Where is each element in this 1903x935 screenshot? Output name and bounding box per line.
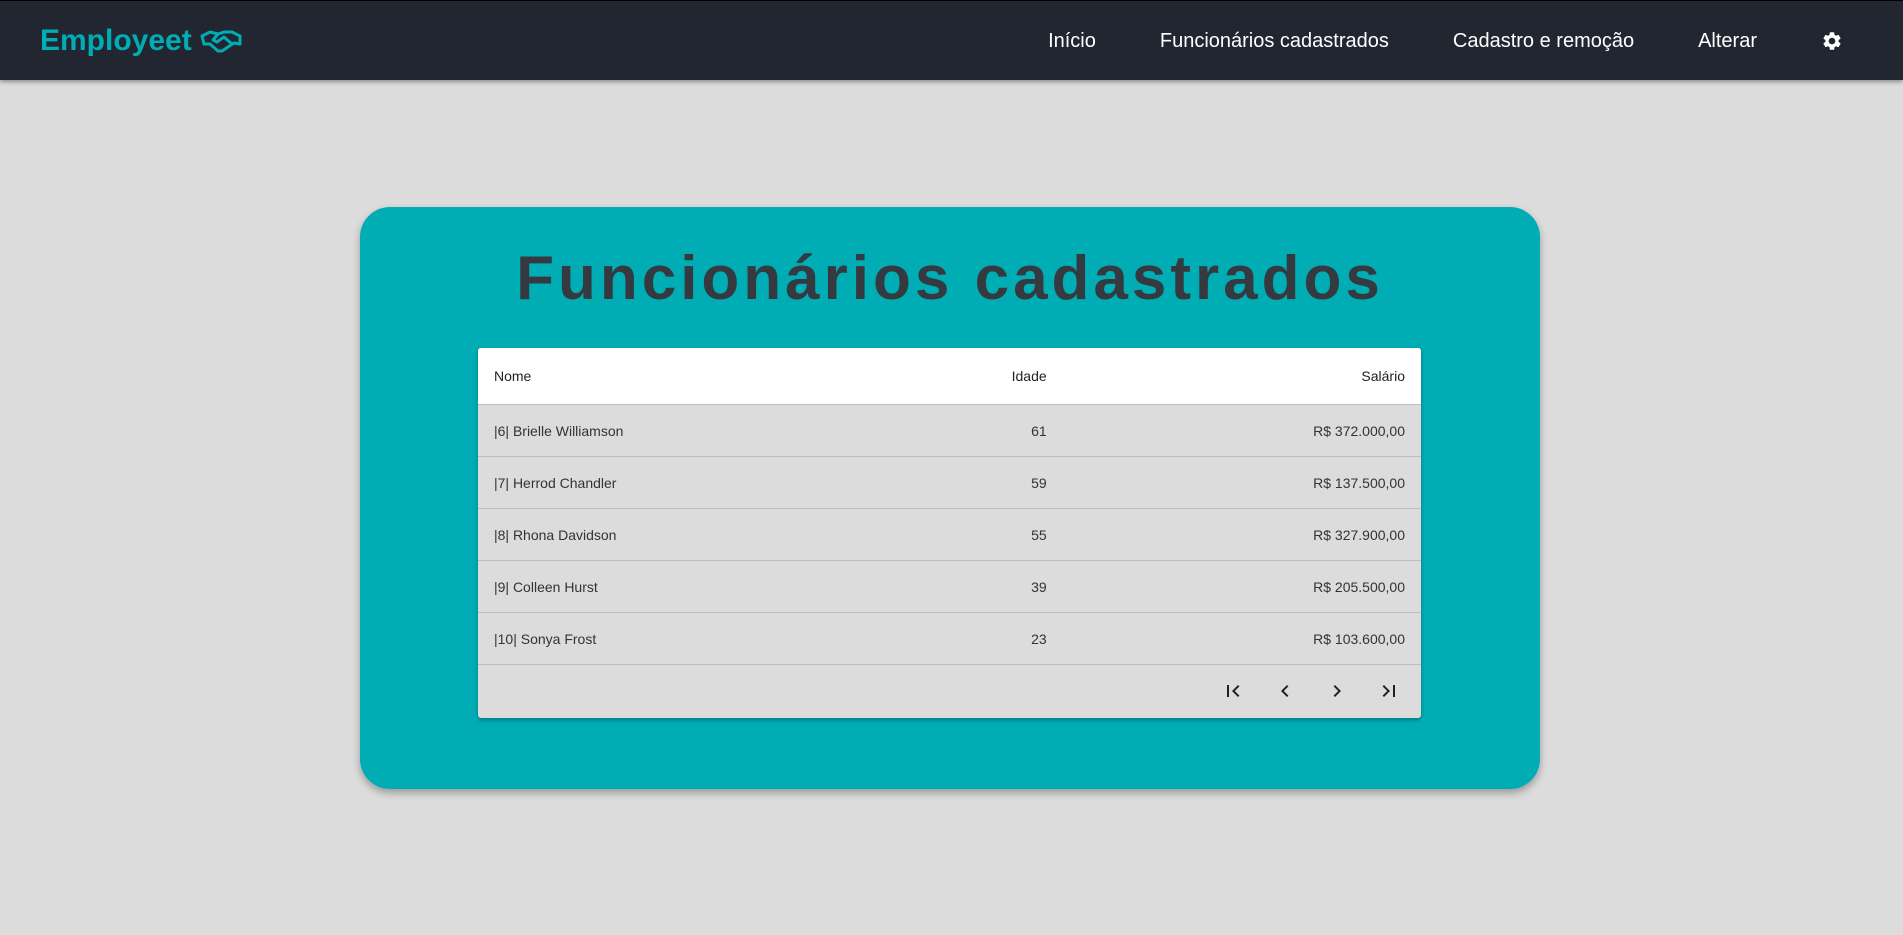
- table-row: |7| Herrod Chandler 59 R$ 137.500,00: [478, 456, 1421, 509]
- table-row: |10| Sonya Frost 23 R$ 103.600,00: [478, 612, 1421, 665]
- cell-nome: |8| Rhona Davidson: [478, 508, 950, 561]
- cell-idade: 39: [949, 560, 1063, 613]
- cell-idade: 55: [949, 508, 1063, 561]
- table-row: |9| Colleen Hurst 39 R$ 205.500,00: [478, 560, 1421, 613]
- employees-table: Nome Idade Salário |6| Brielle Williamso…: [478, 348, 1421, 665]
- brand-logo[interactable]: Employeet: [40, 21, 242, 61]
- cell-idade: 59: [949, 456, 1063, 509]
- column-header-nome: Nome: [478, 348, 950, 405]
- column-header-idade: Idade: [949, 348, 1063, 405]
- cell-salario: R$ 327.900,00: [1062, 508, 1421, 561]
- page-title: Funcionários cadastrados: [516, 244, 1384, 313]
- column-header-salario: Salário: [1062, 348, 1421, 405]
- first-page-icon[interactable]: [1213, 671, 1253, 711]
- brand-name: Employeet: [40, 24, 192, 57]
- cell-nome: |9| Colleen Hurst: [478, 560, 950, 613]
- chevron-right-icon[interactable]: [1317, 671, 1357, 711]
- cell-idade: 23: [949, 612, 1063, 665]
- cell-nome: |10| Sonya Frost: [478, 612, 950, 665]
- employees-card: Funcionários cadastrados Nome Idade Salá…: [360, 207, 1540, 789]
- top-navbar: Employeet Início Funcionários cadastrado…: [0, 0, 1903, 80]
- chevron-left-icon[interactable]: [1265, 671, 1305, 711]
- employees-table-container: Nome Idade Salário |6| Brielle Williamso…: [478, 348, 1421, 718]
- gear-icon[interactable]: [1821, 30, 1843, 52]
- nav-link-inicio[interactable]: Início: [1048, 30, 1096, 53]
- handshake-icon: [200, 26, 242, 56]
- cell-idade: 61: [949, 404, 1063, 457]
- cell-salario: R$ 205.500,00: [1062, 560, 1421, 613]
- nav-link-funcionarios-cadastrados[interactable]: Funcionários cadastrados: [1160, 30, 1389, 53]
- table-paginator: [478, 665, 1421, 717]
- nav-link-alterar[interactable]: Alterar: [1698, 30, 1757, 53]
- cell-salario: R$ 103.600,00: [1062, 612, 1421, 665]
- last-page-icon[interactable]: [1369, 671, 1409, 711]
- cell-salario: R$ 372.000,00: [1062, 404, 1421, 457]
- table-row: |8| Rhona Davidson 55 R$ 327.900,00: [478, 508, 1421, 561]
- nav-links: Início Funcionários cadastrados Cadastro…: [984, 1, 1843, 81]
- cell-salario: R$ 137.500,00: [1062, 456, 1421, 509]
- table-header-row: Nome Idade Salário: [478, 348, 1421, 405]
- cell-nome: |6| Brielle Williamson: [478, 404, 950, 457]
- nav-link-cadastro-e-remocao[interactable]: Cadastro e remoção: [1453, 30, 1634, 53]
- cell-nome: |7| Herrod Chandler: [478, 456, 950, 509]
- table-row: |6| Brielle Williamson 61 R$ 372.000,00: [478, 404, 1421, 457]
